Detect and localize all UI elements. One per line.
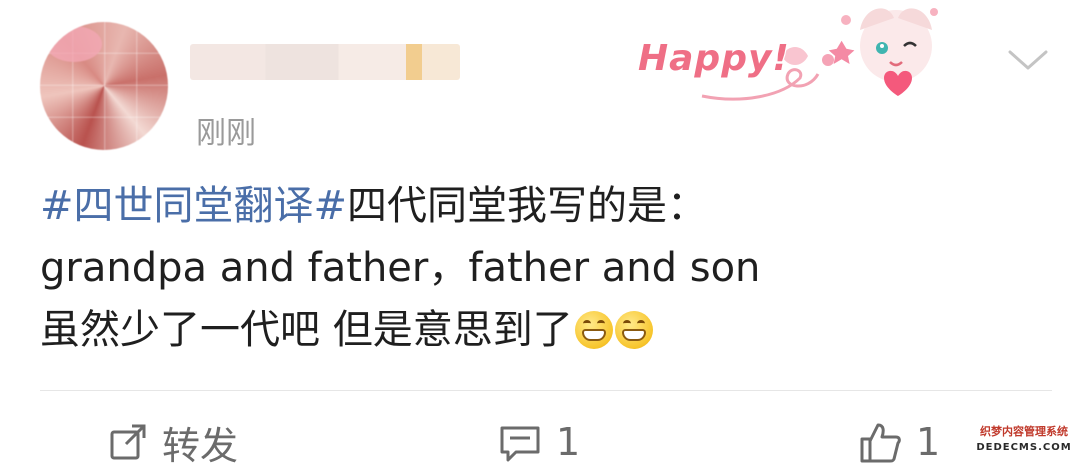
hashtag-link[interactable]: #四世同堂翻译# [40,183,347,229]
comment-button[interactable]: 1 [498,420,580,464]
watermark-line-2: DEDECMS.COM [976,442,1072,453]
avatar-frame-decoration [46,26,102,62]
post-text-line-3: 虽然少了一代吧 但是意思到了 [40,304,653,356]
repost-icon [110,424,146,460]
sticker-happy-text: Happy! [638,38,790,79]
site-watermark: 织梦内容管理系统 DEDECMS.COM [968,424,1080,460]
post-text-line-1: #四世同堂翻译#四代同堂我写的是： [40,180,707,232]
avatar[interactable] [40,22,168,150]
comment-count: 1 [556,420,581,464]
post-text-segment: 四代同堂我写的是： [347,183,708,229]
divider [40,390,1052,391]
like-count: 1 [916,420,941,464]
username-blurred[interactable] [190,44,460,80]
post-time: 刚刚 [196,116,256,151]
repost-button[interactable]: 转发 [108,420,238,468]
like-button[interactable]: 1 [858,420,940,464]
weibo-post: 刚刚 Happy! #四世同堂翻译#四代同堂我写的是： grandpa and … [0,0,1080,468]
like-icon [860,423,901,463]
comment-icon [500,426,540,462]
grin-emoji-icon [614,311,653,349]
chevron-down-icon[interactable] [1006,46,1050,74]
grin-emoji-icon [574,311,613,349]
post-text-line-2: grandpa and father，father and son [40,245,761,291]
watermark-line-1: 织梦内容管理系统 [980,425,1068,438]
post-text-segment: 虽然少了一代吧 但是意思到了 [40,307,573,353]
repost-label: 转发 [162,423,239,468]
